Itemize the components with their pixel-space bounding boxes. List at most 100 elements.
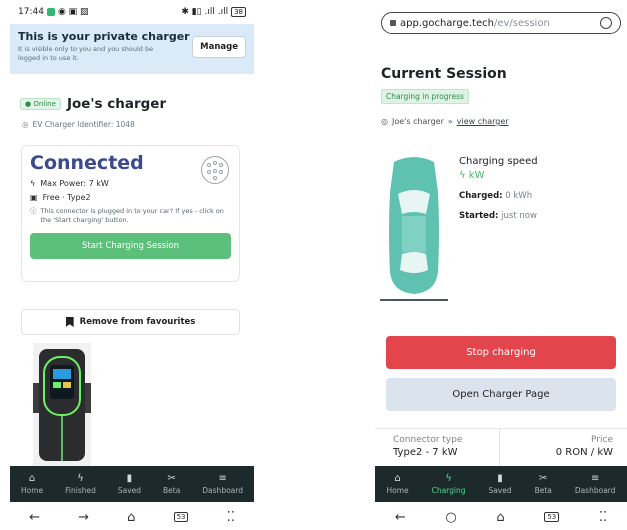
max-power-row: ϟ Max Power: 7 kW <box>30 179 231 188</box>
speed-value-text: kW <box>468 170 485 181</box>
tools-icon: ✂ <box>167 472 176 484</box>
remove-favourite-button[interactable]: Remove from favourites <box>21 309 240 335</box>
bottom-nav: ⌂ Home ϟ Finished ▮ Saved ✂ Beta ≡ Dashboard <box>10 466 254 502</box>
connector-type-value: Type2 - 7 kW <box>393 447 458 458</box>
tabs-count[interactable]: 53 <box>173 512 189 522</box>
remove-favourite-label: Remove from favourites <box>79 317 196 327</box>
charged-label: Charged: <box>459 191 503 201</box>
status-badge: Charging in progress <box>381 89 469 104</box>
forward-arrow-icon[interactable]: → <box>78 510 89 525</box>
session-info-row: Connector type Type2 - 7 kW Price 0 RON … <box>375 428 627 466</box>
tools-icon: ✂ <box>539 472 548 484</box>
bookmark-icon: ▮ <box>497 472 503 484</box>
more-icon[interactable]: ⁚⁚ <box>227 510 235 525</box>
charger-header: ● Online Joe's charger <box>10 74 254 112</box>
started-label: Started: <box>459 211 499 221</box>
right-phone-screen: app.gocharge.tech/ev/session Current Ses… <box>375 0 627 530</box>
notification-icons: ◉ ▣ ▨ <box>57 7 89 17</box>
nav-saved-label: Saved <box>117 485 142 495</box>
charged-row: Charged: 0 kWh <box>459 191 538 201</box>
connector-type-row: ▣ Free · Type2 <box>30 193 231 202</box>
more-icon[interactable]: ⁚⁚ <box>599 510 607 525</box>
battery-icon: 38 <box>231 7 246 17</box>
banner-description: It is visible only to you and you should… <box>18 45 154 62</box>
system-nav: ← → ⌂ 53 ⁚⁚ <box>10 504 254 530</box>
signal-icons: ✱ ▮▯ .ıll .ıll <box>181 7 229 17</box>
type2-plug-icon <box>201 156 229 184</box>
charger-photo <box>33 343 91 466</box>
nav-beta[interactable]: ✂ Beta <box>163 472 181 495</box>
bolt-icon: ϟ <box>77 472 84 484</box>
session-charger-name: Joe's charger <box>391 117 444 126</box>
nav-dashboard[interactable]: ≡ Dashboard <box>574 472 616 495</box>
started-value: just now <box>501 211 537 221</box>
menu-icon: ≡ <box>590 472 600 484</box>
online-badge: ● Online <box>20 98 61 110</box>
charger-identifier-text: EV Charger Identifier: 1048 <box>32 120 135 129</box>
nav-charging-label: Charging <box>431 485 466 495</box>
system-nav: ← ○ ⌂ 53 ⁚⁚ <box>375 504 627 530</box>
home-icon: ⌂ <box>394 472 401 484</box>
charged-value: 0 kWh <box>505 191 533 201</box>
car-illustration <box>380 157 448 301</box>
connector-card: Connected ϟ Max Power: 7 kW ▣ Free · Typ… <box>21 145 240 282</box>
speed-label: Charging speed <box>459 156 538 167</box>
home-icon: ⌂ <box>28 472 36 484</box>
pin-icon: ◎ <box>381 117 388 126</box>
reload-icon[interactable] <box>600 17 612 29</box>
price-value: 0 RON / kW <box>555 447 613 458</box>
url-bar[interactable]: app.gocharge.tech/ev/session <box>381 12 621 34</box>
fingerprint-icon: ◎ <box>22 120 29 129</box>
start-charging-button[interactable]: Start Charging Session <box>30 232 231 259</box>
private-charger-banner: This is your private charger It is visib… <box>10 24 254 74</box>
charger-identifier: ◎ EV Charger Identifier: 1048 <box>10 112 254 129</box>
connector-note: ⓘ This connector is plugged in to your c… <box>30 207 231 225</box>
started-row: Started: just now <box>459 211 538 221</box>
bookmark-icon: ▮ <box>126 472 133 484</box>
connector-type-label: Connector type <box>393 435 463 445</box>
nav-finished[interactable]: ϟ Finished <box>65 472 96 495</box>
stop-charging-button[interactable]: Stop charging <box>386 336 616 369</box>
connector-type-col: Connector type Type2 - 7 kW <box>375 429 499 466</box>
nav-dashboard-label: Dashboard <box>202 485 243 495</box>
manage-button[interactable]: Manage <box>192 36 246 58</box>
nav-home-label: Home <box>20 485 44 495</box>
status-bar: 17:44 ◉ ▣ ▨ ✱ ▮▯ .ıll .ıll 38 <box>10 0 254 24</box>
bolt-icon: ϟ <box>30 179 36 188</box>
home-outline-icon[interactable]: ⌂ <box>127 510 135 525</box>
connector-icon: ▣ <box>30 193 38 202</box>
nav-dashboard[interactable]: ≡ Dashboard <box>202 472 243 495</box>
nav-dashboard-label: Dashboard <box>574 485 616 495</box>
nav-home[interactable]: ⌂ Home <box>20 472 44 495</box>
back-arrow-icon[interactable]: ← <box>395 510 406 525</box>
open-charger-page-button[interactable]: Open Charger Page <box>386 378 616 411</box>
charger-location-line: ◎ Joe's charger » view charger <box>381 117 627 126</box>
left-phone-screen: 17:44 ◉ ▣ ▨ ✱ ▮▯ .ıll .ıll 38 This is yo… <box>10 0 254 530</box>
view-charger-link[interactable]: view charger <box>457 117 509 126</box>
tabs-count[interactable]: 53 <box>544 512 560 522</box>
url-path: /ev/session <box>493 17 550 29</box>
back-arrow-icon[interactable]: ← <box>29 510 40 525</box>
nav-saved[interactable]: ▮ Saved <box>117 472 142 495</box>
nav-saved-label: Saved <box>488 485 512 495</box>
status-time: 17:44 <box>18 7 44 17</box>
nav-beta[interactable]: ✂ Beta <box>534 472 552 495</box>
connector-type: Free · Type2 <box>42 193 91 202</box>
speed-value: ϟ kW <box>459 170 538 181</box>
nav-saved[interactable]: ▮ Saved <box>488 472 512 495</box>
nav-home-label: Home <box>386 485 409 495</box>
nav-finished-label: Finished <box>65 485 96 495</box>
connector-note-text: This connector is plugged in to your car… <box>40 207 224 224</box>
nav-home[interactable]: ⌂ Home <box>386 472 409 495</box>
nav-charging[interactable]: ϟ Charging <box>431 473 466 495</box>
circle-icon[interactable]: ○ <box>445 510 456 525</box>
menu-icon: ≡ <box>218 472 227 484</box>
url-host: app.gocharge.tech <box>400 17 494 29</box>
bolt-icon: ϟ <box>459 170 469 181</box>
info-icon: ⓘ <box>30 207 37 215</box>
bookmark-icon <box>65 317 74 327</box>
home-outline-icon[interactable]: ⌂ <box>496 510 504 525</box>
nav-beta-label: Beta <box>534 485 552 495</box>
lock-icon <box>390 20 396 26</box>
nav-beta-label: Beta <box>163 485 181 495</box>
